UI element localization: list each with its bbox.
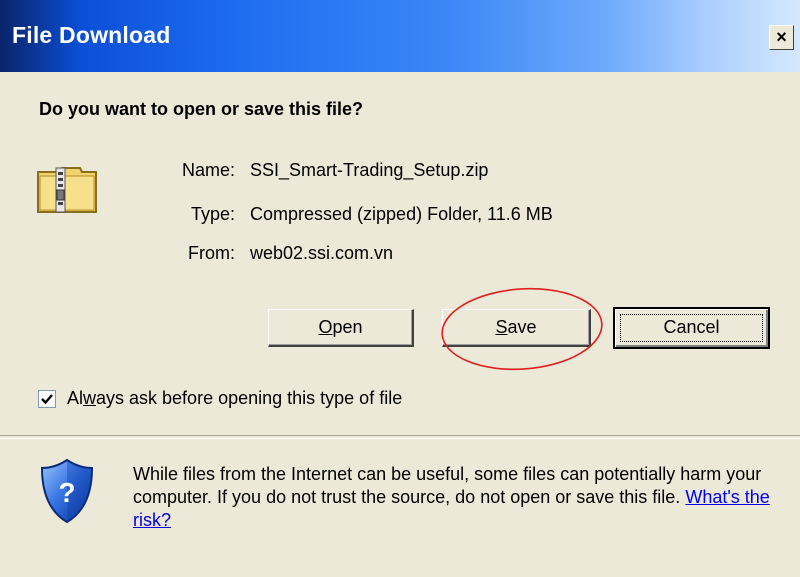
- security-warning: While files from the Internet can be use…: [133, 463, 783, 532]
- file-type-row: Type: Compressed (zipped) Folder, 11.6 M…: [0, 204, 800, 230]
- title-bar: File Download ×: [0, 0, 800, 72]
- file-from-value: web02.ssi.com.vn: [250, 243, 394, 263]
- section-divider: [0, 435, 800, 439]
- highlight-annotation-ellipse: [441, 287, 603, 371]
- cancel-label: Cancel: [663, 317, 720, 337]
- file-name-label: Name:: [181, 160, 235, 180]
- cancel-button[interactable]: Cancel: [613, 307, 770, 349]
- close-icon: ×: [776, 27, 787, 47]
- file-from-label: From:: [188, 243, 235, 263]
- warning-text: While files from the Internet can be use…: [133, 464, 762, 507]
- always-ask-mnemonic: w: [83, 388, 97, 408]
- file-from-row: From: web02.ssi.com.vn: [0, 243, 800, 269]
- always-ask-checkbox[interactable]: [38, 390, 56, 408]
- svg-text:?: ?: [58, 477, 75, 508]
- dialog-question: Do you want to open or save this file?: [39, 99, 364, 119]
- always-ask-label[interactable]: Always ask before opening this type of f…: [67, 388, 402, 409]
- close-button[interactable]: ×: [769, 25, 794, 50]
- file-name-value: SSI_Smart-Trading_Setup.zip: [250, 160, 489, 180]
- always-ask-label-post: ays ask before opening this type of file: [96, 388, 403, 408]
- window-title: File Download: [12, 22, 171, 48]
- file-name-row: Name: SSI_Smart-Trading_Setup.zip: [0, 160, 800, 186]
- always-ask-label-pre: Al: [67, 388, 84, 408]
- file-type-value: Compressed (zipped) Folder, 11.6 MB: [250, 204, 553, 224]
- open-mnemonic: O: [318, 317, 333, 337]
- checkmark-icon: [41, 394, 53, 405]
- open-button[interactable]: Open: [268, 309, 414, 347]
- security-shield-icon: ?: [40, 458, 94, 524]
- file-type-label: Type:: [190, 204, 235, 224]
- open-label-rest: pen: [332, 317, 363, 337]
